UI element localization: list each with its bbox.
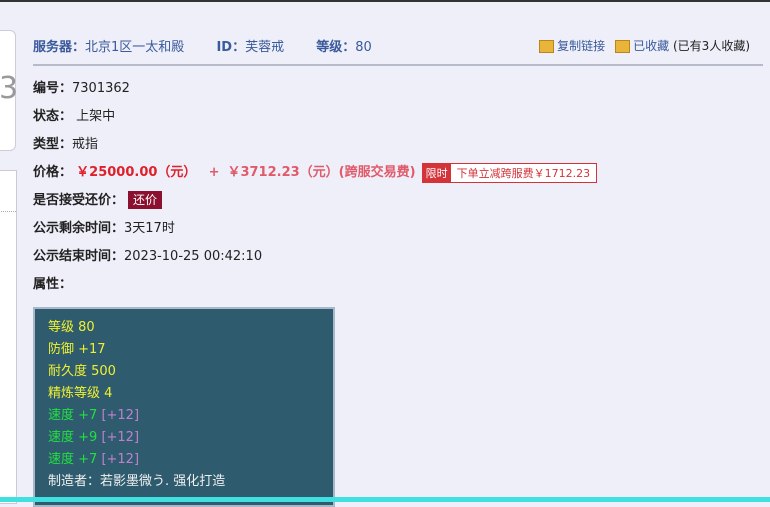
level-value: 80	[355, 40, 372, 55]
server-value: 北京1区一太和殿	[85, 40, 185, 55]
end-time-value: 2023-10-25 00:42:10	[124, 249, 263, 264]
attr-line: 速度 +7 [+12]	[48, 408, 140, 423]
folder-add-icon	[615, 40, 631, 53]
price-row: 价格： ￥25000.00（元） + ￥3712.23（元）(跨服交易费) 限时 下单…	[33, 161, 598, 183]
remaining-row: 公示剩余时间：3天17时	[33, 221, 175, 236]
copy-link-button[interactable]: 复制链接	[539, 37, 605, 54]
attr-line: 制造者：若影墨微う. 强化打造	[48, 474, 226, 489]
attr-line: 等级 80	[48, 320, 95, 335]
folder-link-icon	[539, 40, 555, 53]
status-value: 上架中	[76, 109, 116, 124]
favorite-count: (已有3人收藏)	[673, 39, 750, 53]
attr-line: 耐久度 500	[48, 364, 116, 379]
server-label: 服务器：	[33, 40, 86, 55]
bottom-bar	[0, 497, 770, 502]
type-value: 戒指	[72, 137, 99, 152]
attributes-box: 等级 80 防御 +17 耐久度 500 精炼等级 4 速度 +7 [+12] …	[33, 307, 335, 507]
attr-line: 速度 +7 [+12]	[48, 452, 140, 467]
type-row: 类型：戒指	[33, 137, 99, 152]
code-row: 编号：7301362	[33, 81, 130, 96]
id-value: 芙蓉戒	[245, 40, 285, 55]
left-card: 3	[0, 30, 19, 151]
attr-line: 精炼等级 4	[48, 386, 113, 401]
attr-line: 防御 +17	[48, 342, 106, 357]
status-row: 状态： 上架中	[33, 109, 116, 124]
attr-line: 速度 +9 [+12]	[48, 430, 140, 445]
remaining-value: 3天17时	[124, 221, 175, 236]
bargain-button[interactable]: 还价	[128, 191, 163, 209]
code-value: 7301362	[72, 81, 130, 96]
header-actions: 复制链接 已收藏 (已有3人收藏)	[539, 37, 750, 54]
header-divider	[33, 64, 763, 66]
id-label: ID：	[216, 40, 246, 55]
discount-badge: 限时 下单立减跨服费￥1712.23	[421, 162, 598, 183]
cross-server-fee: ￥3712.23（元）(跨服交易费)	[227, 165, 416, 180]
attributes-label: 属性：	[33, 277, 73, 292]
price-value: ￥25000.00（元）	[76, 165, 197, 180]
level-label: 等级：	[316, 40, 356, 55]
end-time-row: 公示结束时间：2023-10-25 00:42:10	[33, 249, 263, 264]
favorite-button[interactable]: 已收藏 (已有3人收藏)	[615, 37, 750, 54]
bargain-row: 是否接受还价： 还价	[33, 189, 163, 209]
window-top-edge	[0, 0, 770, 2]
left-card-glyph: 3	[0, 71, 19, 106]
left-panel	[0, 170, 17, 504]
